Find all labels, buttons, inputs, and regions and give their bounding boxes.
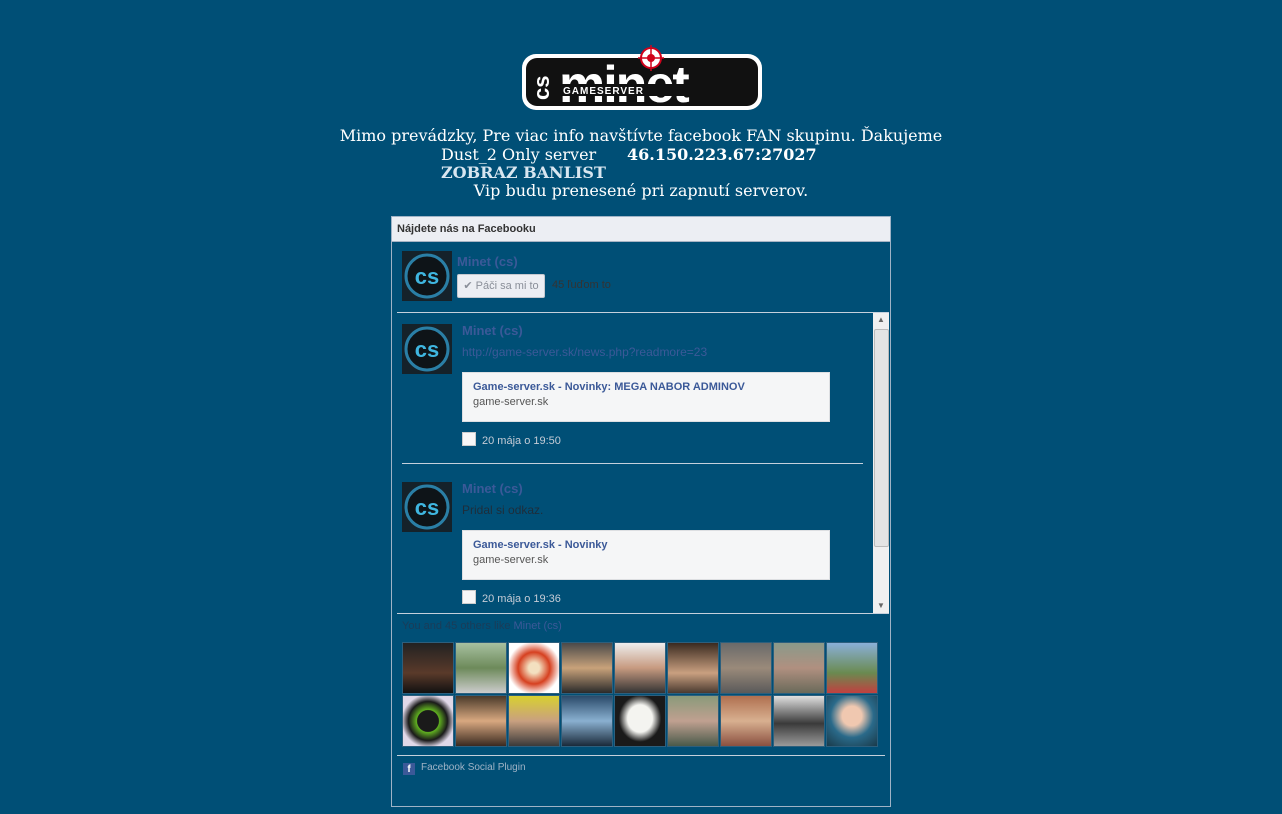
post-attachment[interactable]: Game-server.sk - Novinky: MEGA NABOR ADM… [462, 372, 830, 422]
like-button[interactable]: ✔ Páči sa mi to [457, 274, 545, 298]
cs-logo-icon: cs [402, 324, 452, 374]
fan-avatar[interactable] [720, 695, 772, 747]
svg-text:cs: cs [415, 337, 439, 362]
fan-avatar[interactable] [402, 695, 454, 747]
fan-avatar[interactable] [455, 642, 507, 694]
stream-post: cs Minet (cs) Pridal si odkaz. Game-serv… [402, 471, 862, 613]
cs-logo-icon: cs [402, 482, 452, 532]
attachment-domain: game-server.sk [473, 554, 549, 566]
scroll-thumb[interactable] [874, 329, 889, 547]
post-link[interactable]: http://game-server.sk/news.php?readmore=… [462, 345, 707, 359]
fan-avatar[interactable] [826, 695, 878, 747]
attachment-domain: game-server.sk [473, 396, 549, 408]
stream-post: cs Minet (cs) http://game-server.sk/news… [402, 313, 862, 463]
like-button-label: Páči sa mi to [475, 280, 539, 292]
scroll-up-icon[interactable]: ▲ [873, 313, 889, 327]
banlist-link[interactable]: ZOBRAZ BANLIST [441, 163, 606, 182]
fan-avatar[interactable] [561, 642, 613, 694]
footer-divider [397, 755, 885, 756]
facebook-like-box: Nájdete nás na Facebooku cs Minet (cs) ✔… [391, 216, 891, 807]
scroll-down-icon[interactable]: ▼ [873, 599, 889, 613]
post-time-text: 20 mája o 19:50 [482, 435, 561, 447]
fan-avatar[interactable] [667, 642, 719, 694]
site-logo[interactable]: cs minet GAMESERVER [519, 44, 765, 114]
fan-avatar[interactable] [826, 642, 878, 694]
server-name: Dust_2 Only server [441, 145, 597, 164]
post-text: Pridal si odkaz. [462, 503, 544, 517]
share-icon [462, 590, 476, 604]
post-author[interactable]: Minet (cs) [462, 481, 523, 496]
post-time-text: 20 mája o 19:36 [482, 593, 561, 605]
fan-avatar[interactable] [773, 642, 825, 694]
post-stream[interactable]: cs Minet (cs) http://game-server.sk/news… [397, 312, 889, 614]
svg-text:cs: cs [529, 76, 554, 100]
svg-text:cs: cs [415, 495, 439, 520]
server-line: Dust_2 Only server 46.150.223.67:27027 [441, 145, 817, 164]
plugin-footer-text: Facebook Social Plugin [421, 762, 526, 773]
fan-avatar[interactable] [508, 642, 560, 694]
server-ip: 46.150.223.67:27027 [627, 145, 817, 164]
share-icon [462, 432, 476, 446]
fans-prefix: You and 45 others like [402, 620, 511, 632]
fan-avatar[interactable] [614, 695, 666, 747]
fan-avatar[interactable] [773, 695, 825, 747]
post-avatar[interactable]: cs [402, 324, 452, 374]
fans-page-link[interactable]: Minet (cs) [514, 620, 562, 632]
post-timestamp[interactable]: 20 mája o 19:50 [462, 432, 561, 447]
fan-avatar[interactable] [720, 642, 772, 694]
plugin-footer[interactable]: f Facebook Social Plugin [403, 762, 526, 775]
like-box-header: Nájdete nás na Facebooku [392, 217, 890, 242]
fan-avatar[interactable] [508, 695, 560, 747]
page-name-link[interactable]: Minet (cs) [457, 254, 518, 269]
like-count: 45 ľuďom to [552, 279, 611, 291]
fan-avatar[interactable] [455, 695, 507, 747]
post-attachment[interactable]: Game-server.sk - Novinky game-server.sk [462, 530, 830, 580]
fan-avatar[interactable] [667, 695, 719, 747]
page-summary: cs Minet (cs) ✔ Páči sa mi to 45 ľuďom t… [402, 251, 882, 303]
minet-logo-graphic: cs minet GAMESERVER [522, 45, 762, 114]
post-timestamp[interactable]: 20 mája o 19:36 [462, 590, 561, 605]
fans-label: You and 45 others like Minet (cs) [402, 620, 562, 632]
svg-text:cs: cs [415, 264, 439, 289]
notice-text: Mimo prevádzky, Pre viac info navštívte … [339, 126, 943, 145]
attachment-title[interactable]: Game-server.sk - Novinky [473, 539, 608, 551]
post-avatar[interactable]: cs [402, 482, 452, 532]
post-divider [402, 463, 863, 464]
fan-avatar[interactable] [614, 642, 666, 694]
stream-scrollbar[interactable]: ▲ ▼ [873, 313, 889, 613]
fan-avatar[interactable] [561, 695, 613, 747]
svg-text:GAMESERVER: GAMESERVER [563, 86, 644, 97]
cs-logo-icon: cs [402, 251, 452, 301]
fan-avatar[interactable] [402, 642, 454, 694]
facebook-icon: f [403, 763, 415, 775]
check-icon: ✔ [463, 280, 473, 292]
attachment-title[interactable]: Game-server.sk - Novinky: MEGA NABOR ADM… [473, 381, 745, 393]
vip-notice: Vip budu prenesené pri zapnutí serverov. [473, 181, 809, 200]
page-avatar[interactable]: cs [402, 251, 452, 301]
post-author[interactable]: Minet (cs) [462, 323, 523, 338]
